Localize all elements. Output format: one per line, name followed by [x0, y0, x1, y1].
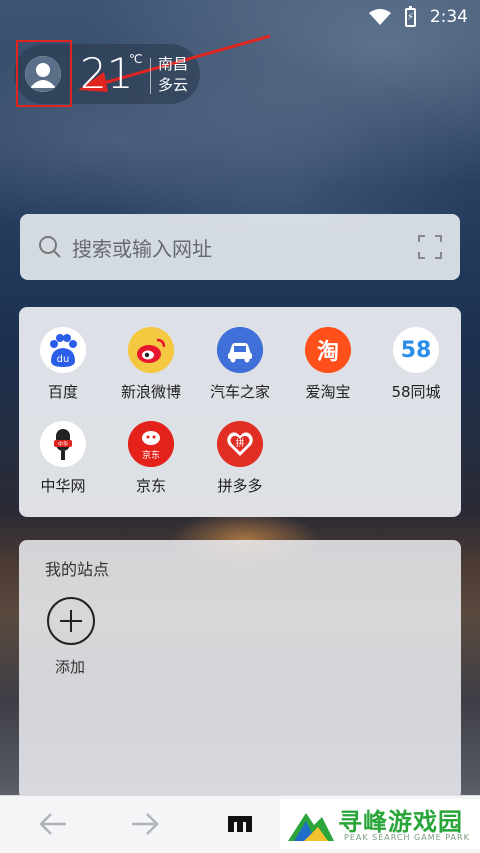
add-site-label: 添加	[55, 658, 86, 676]
weather-divider	[150, 58, 151, 94]
add-site-icon[interactable]	[47, 597, 95, 645]
search-placeholder: 搜索或输入网址	[72, 236, 212, 261]
pinduoduo-icon: 拼	[217, 421, 263, 467]
weather-city: 南昌	[158, 55, 189, 73]
taobao-icon: 淘	[305, 327, 351, 373]
watermark-brand: 寻峰游戏园 PEAK SEARCH GAME PARK	[280, 799, 480, 849]
baidu-icon-text: du	[57, 354, 70, 365]
maxthon-menu-icon[interactable]	[226, 814, 254, 838]
58-icon: 58	[393, 327, 439, 373]
site-label: 汽车之家	[209, 383, 270, 401]
weather-condition: 多云	[158, 76, 189, 94]
site-label: 中华网	[40, 477, 86, 495]
status-time: 2:34	[429, 7, 468, 27]
china-com-icon: 中华	[40, 421, 86, 467]
site-pinduoduo[interactable]: 拼 拼多多	[196, 421, 284, 511]
quick-sites-panel: du 百度 新浪微博 汽车之家 淘 爱淘宝 58 58同城 中华 中华网 京东 …	[19, 307, 461, 517]
forward-arrow-icon[interactable]	[130, 812, 160, 840]
back-arrow-icon[interactable]	[38, 812, 68, 840]
search-bar[interactable]: 搜索或输入网址	[20, 214, 460, 280]
pinduoduo-icon-text: 拼	[235, 437, 244, 449]
site-label: 新浪微博	[120, 383, 181, 401]
search-icon	[38, 235, 62, 259]
avatar-highlight-box	[16, 40, 72, 107]
jd-icon: 京东	[128, 421, 174, 467]
china-com-icon-text: 中华	[58, 441, 68, 448]
taobao-icon-text: 淘	[316, 340, 339, 365]
site-label: 拼多多	[217, 477, 263, 495]
site-label: 京东	[135, 477, 166, 495]
wifi-icon	[368, 9, 391, 25]
site-autohome[interactable]: 汽车之家	[196, 327, 284, 417]
weather-temperature: 21	[80, 49, 134, 98]
site-baidu[interactable]: du 百度	[19, 327, 107, 417]
site-label: 爱淘宝	[305, 383, 351, 401]
my-sites-title: 我的站点	[45, 560, 110, 579]
site-jd[interactable]: 京东 京东	[107, 421, 195, 511]
brand-logo-icon	[288, 813, 334, 841]
site-taobao[interactable]: 淘 爱淘宝	[284, 327, 372, 417]
baidu-icon: du	[40, 327, 86, 373]
site-weibo[interactable]: 新浪微博	[107, 327, 195, 417]
battery-icon: ⚡	[404, 5, 416, 27]
site-58[interactable]: 58 58同城	[372, 327, 460, 417]
site-label: 百度	[47, 383, 78, 401]
weibo-icon	[128, 327, 174, 373]
status-bar: ⚡ 2:34	[0, 0, 480, 34]
58-icon-text: 58	[400, 337, 432, 363]
weather-unit: ℃	[129, 52, 143, 66]
jd-icon-text: 京东	[142, 449, 160, 461]
site-china-com[interactable]: 中华 中华网	[19, 421, 107, 511]
brand-subtitle: PEAK SEARCH GAME PARK	[344, 833, 470, 842]
site-label: 58同城	[391, 383, 441, 401]
brand-name: 寻峰游戏园	[338, 808, 463, 836]
my-sites-panel: 我的站点 添加	[19, 540, 461, 800]
bottom-toolbar: 寻峰游戏园 PEAK SEARCH GAME PARK	[0, 795, 480, 853]
autohome-icon	[217, 327, 263, 373]
scan-icon[interactable]	[418, 235, 442, 259]
